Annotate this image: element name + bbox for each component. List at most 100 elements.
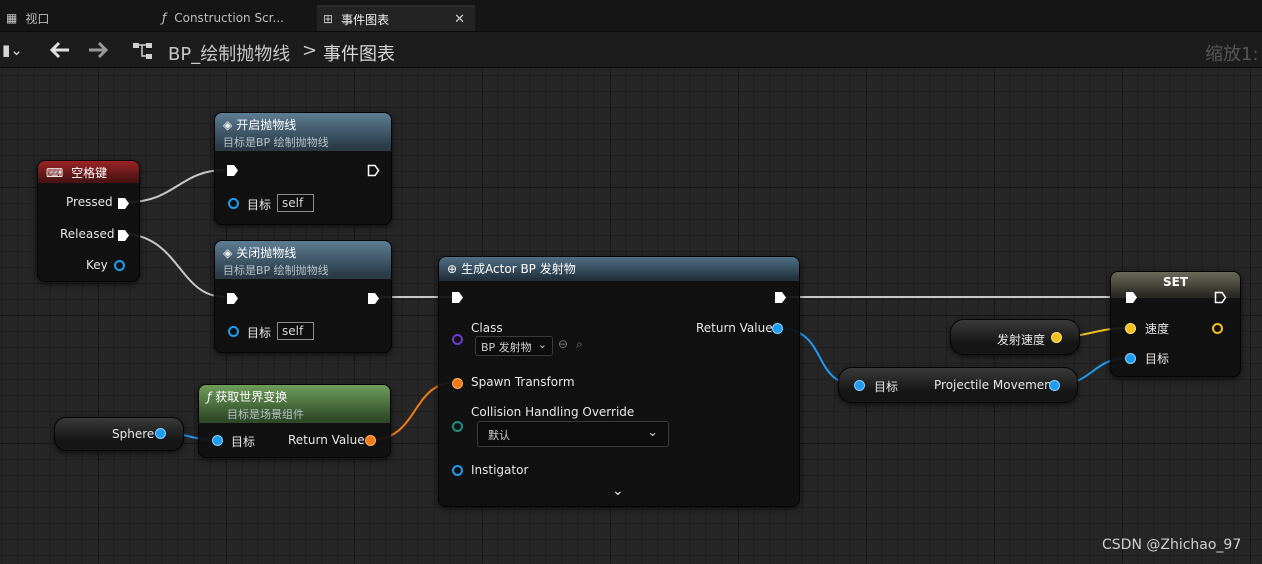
- exec-in-pin[interactable]: [226, 292, 239, 305]
- target-pin[interactable]: [854, 380, 865, 391]
- node-header: ◈ 关闭抛物线 目标是BP 绘制抛物线: [215, 241, 391, 279]
- node-header: ⊕ 生成Actor BP 发射物: [439, 257, 799, 281]
- tab-label: 事件图表: [341, 12, 390, 27]
- graph-canvas[interactable]: ⌨ 空格键 Pressed Released Key ◈ 开启抛物线 目标是BP …: [0, 69, 1262, 564]
- node-header: ◈ 开启抛物线 目标是BP 绘制抛物线: [215, 113, 391, 151]
- speed-out-pin[interactable]: [1212, 323, 1223, 334]
- viewport-icon: ▦: [6, 11, 18, 25]
- target-label: 目标: [247, 326, 272, 340]
- node-subtitle: 目标是BP 绘制抛物线: [223, 264, 329, 277]
- projectile-movement-label: Projectile Movement: [934, 378, 1057, 392]
- exec-in-pin[interactable]: [1125, 291, 1138, 304]
- set-node[interactable]: SET 速度 目标: [1110, 271, 1241, 377]
- node-title: 关闭抛物线: [236, 246, 297, 260]
- tab-viewport[interactable]: ▦ 视口: [0, 5, 150, 31]
- node-subtitle: 目标是BP 绘制抛物线: [223, 136, 329, 149]
- menu-dropdown-icon[interactable]: ▮⌄: [2, 41, 23, 59]
- projectile-movement-node[interactable]: 目标 Projectile Movement: [838, 367, 1078, 403]
- get-world-transform-node[interactable]: ƒ 获取世界变换 目标是场景组件 目标 Return Value: [198, 384, 391, 458]
- released-label: Released: [60, 227, 115, 241]
- target-value-field[interactable]: self: [277, 194, 314, 212]
- exec-in-pin[interactable]: [451, 291, 464, 304]
- node-title: 生成Actor BP 发射物: [461, 262, 576, 276]
- collision-select-value: 默认: [488, 429, 510, 442]
- node-header: ⌨ 空格键: [38, 161, 139, 183]
- target-label: 目标: [231, 435, 256, 449]
- tab-label: Construction Scr...: [174, 11, 284, 25]
- released-exec-pin[interactable]: [117, 229, 130, 242]
- chevron-down-icon: ⌄: [647, 425, 658, 440]
- spawn-actor-icon: ⊕: [447, 262, 458, 276]
- tab-event-graph[interactable]: ⊞ 事件图表 ✕: [317, 5, 475, 31]
- back-arrow-icon[interactable]: [50, 41, 70, 59]
- search-icon[interactable]: ⌕: [576, 337, 583, 352]
- target-label: 目标: [1145, 352, 1170, 366]
- graph-toolbar: ▮⌄ BP_绘制抛物线 > 事件图表 缩放1:: [0, 32, 1262, 68]
- breadcrumb-separator: >: [302, 40, 318, 61]
- pressed-exec-pin[interactable]: [117, 197, 130, 210]
- return-value-label: Return Value: [696, 321, 773, 335]
- exec-in-pin[interactable]: [226, 164, 239, 177]
- chevron-down-icon: ⌄: [537, 338, 547, 351]
- function-call-icon: ◈: [223, 118, 233, 132]
- blueprint-graph-icon: [133, 43, 152, 59]
- breadcrumb-graph[interactable]: 事件图表: [323, 40, 395, 66]
- function-call-icon: ◈: [223, 246, 233, 260]
- sphere-out-pin[interactable]: [155, 428, 166, 439]
- sphere-variable-node[interactable]: Sphere: [54, 417, 184, 451]
- target-pin[interactable]: [228, 198, 239, 209]
- speed-label: 速度: [1145, 322, 1170, 336]
- return-value-pin[interactable]: [772, 323, 783, 334]
- key-pin[interactable]: [114, 260, 125, 271]
- class-select[interactable]: BP 发射物 ⌄: [475, 336, 553, 356]
- target-pin[interactable]: [212, 435, 223, 446]
- spawn-actor-node[interactable]: ⊕ 生成Actor BP 发射物 Class BP 发射物 ⌄ ⊖ ⌕ Retur…: [438, 256, 800, 507]
- exec-out-pin[interactable]: [774, 291, 787, 304]
- node-title: 开启抛物线: [236, 118, 297, 132]
- tab-construction-script[interactable]: ƒ Construction Scr...: [156, 5, 311, 31]
- class-label: Class: [471, 321, 503, 335]
- node-header: ƒ 获取世界变换 目标是场景组件: [199, 385, 390, 423]
- exec-wire-pressed: [127, 169, 226, 203]
- launch-speed-variable-node[interactable]: 发射速度: [950, 319, 1080, 355]
- class-select-value: BP 发射物: [481, 341, 532, 354]
- spawn-transform-pin[interactable]: [452, 378, 463, 389]
- keyboard-icon: ⌨: [46, 166, 64, 180]
- instigator-pin[interactable]: [452, 465, 463, 476]
- node-title: 获取世界变换: [215, 390, 288, 404]
- target-pin[interactable]: [1125, 353, 1136, 364]
- tab-bar: ▦ 视口 ƒ Construction Scr... ⊞ 事件图表 ✕: [0, 0, 1262, 32]
- graph-icon: ⊞: [323, 12, 334, 26]
- function-icon: ƒ: [207, 390, 212, 404]
- collision-select[interactable]: 默认 ⌄: [477, 421, 669, 447]
- key-label: Key: [86, 258, 108, 272]
- node-title: SET: [1162, 275, 1189, 289]
- instigator-label: Instigator: [471, 463, 529, 477]
- enable-parabola-node[interactable]: ◈ 开启抛物线 目标是BP 绘制抛物线 目标 self: [214, 112, 392, 225]
- class-pin[interactable]: [452, 334, 463, 345]
- launch-speed-out-pin[interactable]: [1051, 332, 1062, 343]
- target-value-field[interactable]: self: [277, 322, 314, 340]
- close-icon[interactable]: ✕: [454, 12, 465, 27]
- expand-chevron-icon[interactable]: ⌄: [612, 483, 624, 499]
- collision-label: Collision Handling Override: [471, 405, 635, 419]
- target-label: 目标: [874, 380, 899, 394]
- breadcrumb-blueprint[interactable]: BP_绘制抛物线: [168, 40, 290, 66]
- exec-out-pin[interactable]: [367, 292, 380, 305]
- browse-back-icon[interactable]: ⊖: [558, 337, 568, 351]
- projectile-movement-out-pin[interactable]: [1049, 380, 1060, 391]
- forward-arrow-icon[interactable]: [88, 41, 108, 59]
- target-label: 目标: [247, 198, 272, 212]
- disable-parabola-node[interactable]: ◈ 关闭抛物线 目标是BP 绘制抛物线 目标 self: [214, 240, 392, 353]
- target-pin[interactable]: [228, 326, 239, 337]
- speed-in-pin[interactable]: [1125, 323, 1136, 334]
- return-value-pin[interactable]: [365, 435, 376, 446]
- node-title: 空格键: [71, 166, 108, 180]
- collision-pin[interactable]: [452, 421, 463, 432]
- exec-out-pin[interactable]: [1214, 291, 1227, 304]
- tab-label: 视口: [25, 11, 50, 26]
- return-value-label: Return Value: [288, 433, 365, 447]
- space-key-node[interactable]: ⌨ 空格键 Pressed Released Key: [37, 160, 140, 282]
- exec-wire-released: [127, 233, 226, 298]
- exec-out-pin[interactable]: [367, 164, 380, 177]
